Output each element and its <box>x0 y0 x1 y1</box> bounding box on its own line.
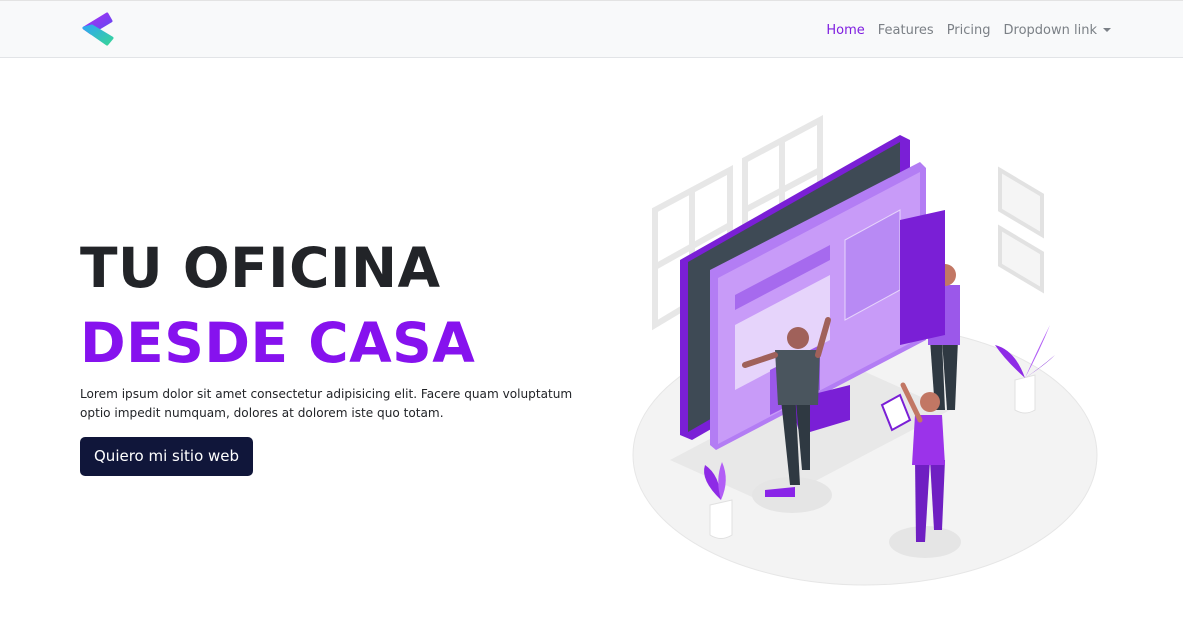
wall-pictures-illustration <box>998 166 1044 294</box>
hero-illustration <box>632 115 1098 586</box>
hero-title-line2: DESDE CASA <box>80 311 476 375</box>
cta-button[interactable]: Quiero mi sitio web <box>80 437 254 476</box>
hero-title-line1: TU OFICINA <box>80 236 441 300</box>
hero-section: TU OFICINA DESDE CASA Lorem ipsum dolor … <box>80 232 590 476</box>
navbar: Home Features Pricing Dropdown link <box>0 0 1183 58</box>
hero-description: Lorem ipsum dolor sit amet consectetur a… <box>80 387 573 420</box>
nav-link-features[interactable]: Features <box>878 23 934 38</box>
brand-logo-icon[interactable] <box>79 11 115 49</box>
nav-link-home[interactable]: Home <box>826 23 864 38</box>
main-nav: Home Features Pricing Dropdown link <box>826 1 1111 59</box>
caret-down-icon <box>1103 28 1111 32</box>
nav-dropdown-label: Dropdown link <box>1003 22 1097 38</box>
nav-link-pricing[interactable]: Pricing <box>947 23 991 38</box>
nav-dropdown-link[interactable]: Dropdown link <box>1004 23 1111 38</box>
